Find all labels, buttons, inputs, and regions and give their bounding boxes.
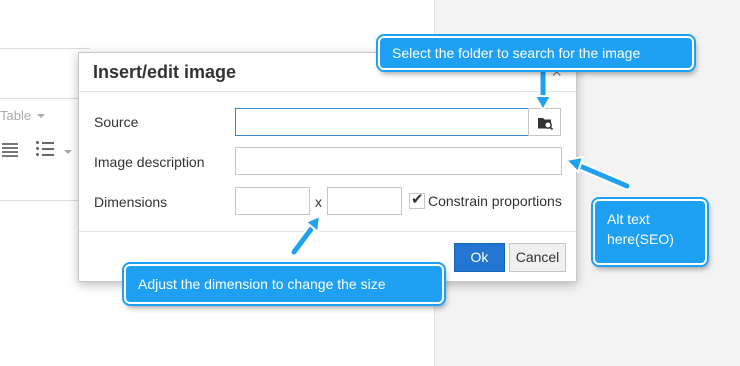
editor-menubar [0, 0, 434, 48]
table-menu-label[interactable]: Table [0, 108, 31, 123]
ok-button[interactable]: Ok [454, 243, 505, 272]
checkmark-icon: ✔ [411, 191, 424, 208]
source-input[interactable] [235, 108, 529, 136]
editor-divider [0, 48, 90, 49]
dialog-footer-divider [79, 231, 576, 232]
source-label: Source [94, 114, 139, 130]
callout-alt-text: Alt text here(SEO) [593, 199, 707, 265]
editor-divider [0, 200, 90, 201]
folder-search-icon [538, 118, 554, 131]
bullet-list-icon[interactable] [36, 141, 56, 158]
image-description-label: Image description [94, 154, 205, 170]
editor-divider [0, 98, 90, 99]
dimension-separator: x [315, 194, 322, 210]
height-input[interactable] [327, 187, 402, 215]
callout-alt-line1: Alt text [607, 211, 650, 227]
dimensions-label: Dimensions [94, 194, 168, 210]
width-input[interactable] [235, 187, 310, 215]
callout-folder: Select the folder to search for the imag… [378, 36, 694, 70]
chevron-down-icon[interactable] [64, 150, 72, 154]
align-justify-icon[interactable] [2, 143, 18, 157]
image-description-input[interactable] [235, 147, 562, 175]
constrain-proportions-checkbox[interactable]: ✔ [409, 191, 425, 209]
callout-alt-line2: here(SEO) [607, 231, 674, 247]
callout-dimension: Adjust the dimension to change the size [124, 264, 444, 304]
constrain-proportions-label[interactable]: Constrain proportions [428, 193, 562, 209]
browse-folder-button[interactable] [528, 108, 561, 136]
insert-image-dialog: Insert/edit image × Source Image descrip… [78, 52, 577, 282]
cancel-button[interactable]: Cancel [509, 243, 566, 272]
dialog-title: Insert/edit image [93, 62, 237, 82]
chevron-down-icon[interactable] [37, 114, 45, 118]
